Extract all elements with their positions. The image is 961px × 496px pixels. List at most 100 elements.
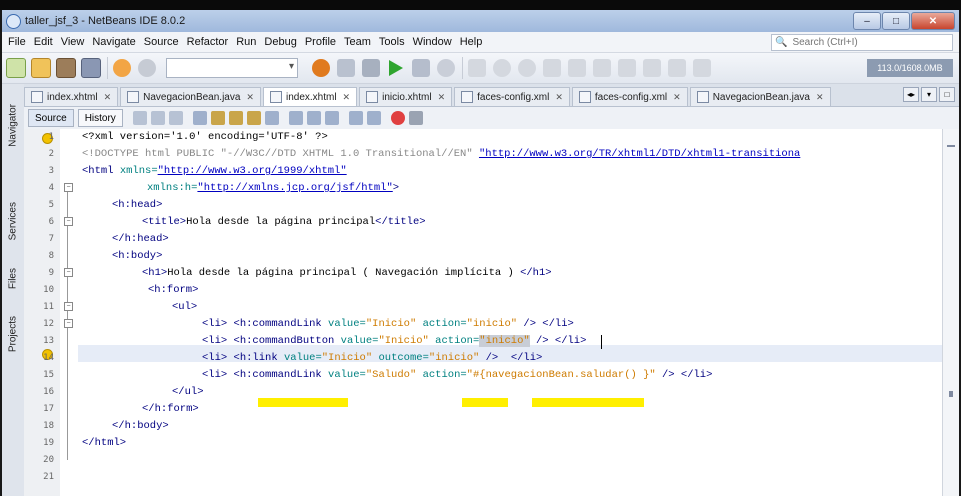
line-number: 16: [43, 387, 54, 397]
tab-list-icon[interactable]: ▾: [921, 87, 937, 102]
menu-refactor[interactable]: Refactor: [183, 36, 233, 48]
tool-icon[interactable]: [566, 57, 588, 79]
editor-tabs: index.xhtml ✕ NavegacionBean.java ✕ index.…: [24, 84, 959, 107]
redo-icon[interactable]: [136, 57, 158, 79]
menu-help[interactable]: Help: [456, 36, 487, 48]
build-icon[interactable]: [335, 57, 357, 79]
menu-profile[interactable]: Profile: [301, 36, 340, 48]
menu-navigate[interactable]: Navigate: [88, 36, 139, 48]
tool-icon[interactable]: [691, 57, 713, 79]
stop-icon[interactable]: [466, 57, 488, 79]
record-icon[interactable]: [491, 57, 513, 79]
line-number: 3: [48, 166, 54, 176]
history-view-button[interactable]: History: [77, 109, 123, 127]
tab-navegacionbean-java[interactable]: NavegacionBean.java ✕: [120, 87, 261, 106]
side-tab-navigator[interactable]: Navigator: [5, 104, 21, 147]
debug-icon[interactable]: [410, 57, 432, 79]
window-title: taller_jsf_3 - NetBeans IDE 8.0.2: [25, 15, 186, 27]
tab-index-xhtml-active[interactable]: index.xhtml ✕: [262, 87, 358, 106]
code-line-11: <ul>: [172, 301, 198, 313]
code-line-9: <h1>Hola desde la página principal ( Nav…: [142, 267, 552, 279]
code-line-6: <title>Hola desde la página principal</t…: [142, 216, 426, 228]
toolbar-separator: [462, 57, 463, 79]
back-icon[interactable]: [150, 111, 165, 125]
menu-source[interactable]: Source: [140, 36, 183, 48]
memory-indicator[interactable]: 113.0/1608.0MB: [867, 59, 953, 77]
toggle-highlight-icon[interactable]: [246, 111, 261, 125]
tab-inicio-xhtml[interactable]: inicio.xhtml ✕: [359, 87, 453, 106]
code-text-area[interactable]: <?xml version='1.0' encoding='UTF-8' ?> …: [78, 129, 943, 496]
close-tab-icon[interactable]: ✕: [343, 92, 351, 103]
forward-icon[interactable]: [168, 111, 183, 125]
profile-icon[interactable]: [435, 57, 457, 79]
start-macro-icon[interactable]: [390, 111, 405, 125]
tool-icon[interactable]: [641, 57, 663, 79]
code-line-4: xmlns:h="http://xmlns.jcp.org/jsf/html">: [147, 182, 400, 194]
menu-window[interactable]: Window: [409, 36, 456, 48]
java-file-icon: [696, 91, 709, 103]
side-tab-files[interactable]: Files: [5, 268, 21, 289]
find-icon[interactable]: [192, 111, 207, 125]
editor-error-stripe[interactable]: [942, 129, 959, 496]
tab-index-xhtml[interactable]: index.xhtml ✕: [24, 87, 119, 106]
next-bookmark-icon[interactable]: [306, 111, 321, 125]
screen-top-bar: [0, 0, 961, 10]
open-project-icon[interactable]: [55, 57, 77, 79]
configuration-select[interactable]: [166, 58, 298, 78]
tool-icon[interactable]: [616, 57, 638, 79]
scroll-tabs-icon[interactable]: ◂▸: [903, 87, 919, 102]
maximize-editor-icon[interactable]: □: [939, 87, 955, 102]
tab-faces-config-xml-2[interactable]: faces-config.xml ✕: [571, 87, 688, 106]
code-line-19: </html>: [82, 437, 127, 449]
annotation-mark[interactable]: [949, 391, 953, 397]
tool-icon[interactable]: [666, 57, 688, 79]
close-tab-icon[interactable]: ✕: [104, 92, 112, 103]
prev-bookmark-icon[interactable]: [288, 111, 303, 125]
source-view-button[interactable]: Source: [28, 109, 74, 127]
menu-bar: File Edit View Navigate Source Refactor …: [2, 32, 959, 53]
side-tab-services[interactable]: Services: [5, 202, 21, 240]
side-tab-projects[interactable]: Projects: [5, 316, 21, 352]
maximize-button[interactable]: □: [882, 12, 910, 30]
menu-file[interactable]: File: [2, 36, 30, 48]
close-tab-icon[interactable]: ✕: [438, 92, 446, 103]
find-next-icon[interactable]: [228, 111, 243, 125]
new-project-icon[interactable]: [30, 57, 52, 79]
shift-right-icon[interactable]: [366, 111, 381, 125]
close-tab-icon[interactable]: ✕: [816, 92, 824, 103]
last-edit-icon[interactable]: [132, 111, 147, 125]
menu-tools[interactable]: Tools: [375, 36, 409, 48]
annotation-mark[interactable]: [947, 145, 955, 147]
tool-icon[interactable]: [591, 57, 613, 79]
menu-view[interactable]: View: [57, 36, 89, 48]
close-button[interactable]: ✕: [911, 12, 955, 30]
code-editor[interactable]: − − − − − 1 2 3 4 5 6 7 8 9 10 11 12 13 …: [24, 129, 943, 496]
stop-macro-icon[interactable]: [408, 111, 423, 125]
toggle-bookmark-icon[interactable]: [324, 111, 339, 125]
tool-icon[interactable]: [541, 57, 563, 79]
quick-search: 🔍: [771, 34, 953, 51]
shift-left-icon[interactable]: [348, 111, 363, 125]
tab-navegacionbean-java-2[interactable]: NavegacionBean.java ✕: [689, 87, 831, 106]
search-input[interactable]: [790, 36, 925, 49]
toggle-rect-select-icon[interactable]: [264, 111, 279, 125]
close-tab-icon[interactable]: ✕: [673, 92, 681, 103]
minimize-button[interactable]: –: [853, 12, 881, 30]
run-icon[interactable]: [385, 57, 407, 79]
new-file-icon[interactable]: [5, 57, 27, 79]
close-tab-icon[interactable]: ✕: [555, 92, 563, 103]
browser-icon[interactable]: [310, 57, 332, 79]
save-all-icon[interactable]: [80, 57, 102, 79]
clean-build-icon[interactable]: [360, 57, 382, 79]
menu-debug[interactable]: Debug: [260, 36, 300, 48]
menu-edit[interactable]: Edit: [30, 36, 57, 48]
pause-icon[interactable]: [516, 57, 538, 79]
undo-icon[interactable]: [111, 57, 133, 79]
code-line-8: <h:body>: [112, 250, 163, 262]
menu-team[interactable]: Team: [340, 36, 375, 48]
close-tab-icon[interactable]: ✕: [246, 92, 254, 103]
menu-run[interactable]: Run: [232, 36, 260, 48]
tab-faces-config-xml[interactable]: faces-config.xml ✕: [454, 87, 570, 106]
title-bar: taller_jsf_3 - NetBeans IDE 8.0.2 – □ ✕: [2, 10, 959, 32]
find-prev-icon[interactable]: [210, 111, 225, 125]
